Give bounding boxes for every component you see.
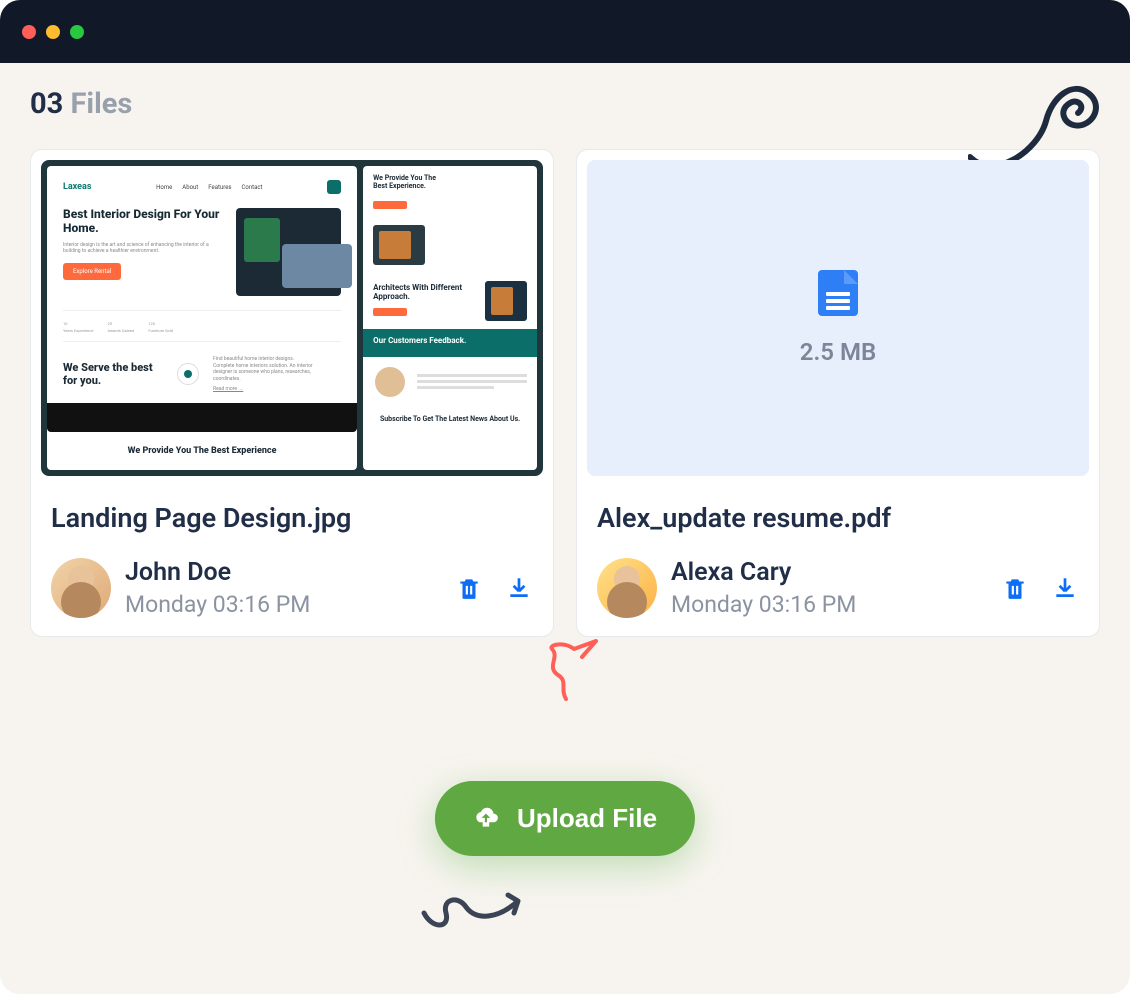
close-window-dot[interactable] xyxy=(22,25,36,39)
mock-decor-circle-icon xyxy=(177,363,199,385)
file-thumbnail[interactable]: 2.5 MB xyxy=(587,160,1089,476)
file-owner: John Doe xyxy=(125,558,441,587)
mock-nav-item: About xyxy=(182,184,198,191)
download-icon xyxy=(506,575,532,601)
download-icon xyxy=(1052,575,1078,601)
mock-serve-title: We Serve the best for you. xyxy=(63,361,163,387)
file-card: 2.5 MB Alex_update resume.pdf Alexa Cary… xyxy=(576,149,1100,637)
file-cards-row: Laxeas Home About Features Contact xyxy=(30,149,1100,637)
file-date: Monday 03:16 PM xyxy=(125,591,441,618)
file-owner: Alexa Cary xyxy=(671,558,987,587)
mock-hero-title: Best Interior Design For Your Home. xyxy=(63,208,222,236)
mock-nav-item: Home xyxy=(156,184,172,191)
mock-avatar-icon xyxy=(373,365,407,399)
mock-cta-button: Explore Rental xyxy=(63,263,121,280)
page-title-text: Files xyxy=(63,87,132,121)
zoom-window-dot[interactable] xyxy=(70,25,84,39)
file-thumbnail[interactable]: Laxeas Home About Features Contact xyxy=(41,160,543,476)
document-file-icon xyxy=(818,270,858,316)
decorative-arrow-icon xyxy=(418,883,534,935)
mock-serve-desc: Find beautiful home interior designs. Co… xyxy=(213,356,313,382)
decorative-squiggle-icon xyxy=(530,639,600,701)
delete-button[interactable] xyxy=(455,574,483,602)
mock-architects-title: Architects With Different Approach. xyxy=(373,284,477,302)
delete-button[interactable] xyxy=(1001,574,1029,602)
thumbnail-mock-page: Laxeas Home About Features Contact xyxy=(41,160,543,476)
trash-icon xyxy=(456,575,482,601)
user-avatar xyxy=(597,558,657,618)
file-card: Laxeas Home About Features Contact xyxy=(30,149,554,637)
mock-hero-subtitle: Interior design is the art and science o… xyxy=(63,242,213,255)
upload-button-label: Upload File xyxy=(517,803,657,834)
download-button[interactable] xyxy=(505,574,533,602)
file-name: Landing Page Design.jpg xyxy=(51,502,533,534)
titlebar xyxy=(0,0,1130,63)
mock-right-image xyxy=(485,281,527,321)
app-window: 03 Files Laxeas Home About xyxy=(0,0,1130,994)
download-button[interactable] xyxy=(1051,574,1079,602)
mock-nav-menu: Home About Features Contact xyxy=(156,184,262,191)
mock-subscribe-title: Subscribe To Get The Latest News About U… xyxy=(363,407,537,431)
mock-read-more: Read more → xyxy=(213,386,313,393)
file-count: 03 xyxy=(30,87,63,121)
minimize-window-dot[interactable] xyxy=(46,25,60,39)
mock-right-heading: We Provide You The Best Experience. xyxy=(373,174,436,190)
mock-brand-logo: Laxeas xyxy=(63,182,91,192)
mock-hero-image xyxy=(236,208,342,296)
page-title: 03 Files xyxy=(30,87,1100,121)
trash-icon xyxy=(1002,575,1028,601)
user-avatar xyxy=(51,558,111,618)
mock-feedback-title: Our Customers Feedback. xyxy=(373,337,527,346)
decorative-swirl-icon xyxy=(968,75,1104,165)
mock-bottom-cta: We Provide You The Best Experience xyxy=(63,446,341,456)
file-name: Alex_update resume.pdf xyxy=(597,502,1079,534)
file-date: Monday 03:16 PM xyxy=(671,591,987,618)
upload-file-button[interactable]: Upload File xyxy=(435,781,695,856)
mock-nav-item: Contact xyxy=(242,184,263,191)
mock-right-cta-icon xyxy=(373,201,407,209)
mock-stats-row: 10Years Experience 25Awards Gained 120Fu… xyxy=(63,310,341,342)
mock-right-image xyxy=(373,225,425,265)
content-area: 03 Files Laxeas Home About xyxy=(0,63,1130,637)
cloud-upload-icon xyxy=(473,806,499,832)
file-size: 2.5 MB xyxy=(800,338,876,366)
mock-nav-item: Features xyxy=(208,184,231,191)
mock-hamburger-icon xyxy=(327,180,341,194)
